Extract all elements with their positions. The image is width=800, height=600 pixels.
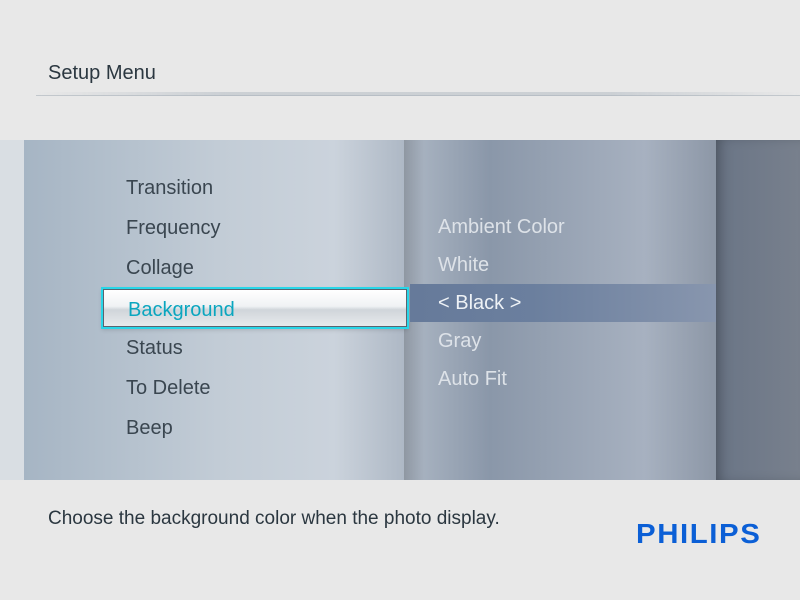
menu-item-status[interactable]: Status <box>108 328 408 368</box>
menu-item-transition[interactable]: Transition <box>108 168 408 208</box>
panel-right-shade <box>716 140 800 480</box>
header-divider <box>36 92 800 96</box>
help-text: Choose the background color when the pho… <box>48 508 500 530</box>
menu-item-collage[interactable]: Collage <box>108 248 408 288</box>
brand-logo: PHILIPS <box>636 518 761 550</box>
option-ambient-color[interactable]: Ambient Color <box>410 208 716 246</box>
main-panel: Transition Frequency Collage Background … <box>0 140 800 480</box>
option-gray[interactable]: Gray <box>410 322 716 360</box>
menu-item-background[interactable]: Background <box>102 288 408 328</box>
option-auto-fit[interactable]: Auto Fit <box>410 360 716 398</box>
option-white[interactable]: White <box>410 246 716 284</box>
footer: Choose the background color when the pho… <box>0 480 800 600</box>
header: Setup Menu <box>0 0 800 140</box>
menu-item-to-delete[interactable]: To Delete <box>108 368 408 408</box>
settings-menu: Transition Frequency Collage Background … <box>108 168 408 448</box>
options-list: Ambient Color White < Black > Gray Auto … <box>410 208 716 398</box>
menu-item-beep[interactable]: Beep <box>108 408 408 448</box>
option-black[interactable]: < Black > <box>410 284 716 322</box>
menu-item-frequency[interactable]: Frequency <box>108 208 408 248</box>
page-title: Setup Menu <box>48 62 156 85</box>
